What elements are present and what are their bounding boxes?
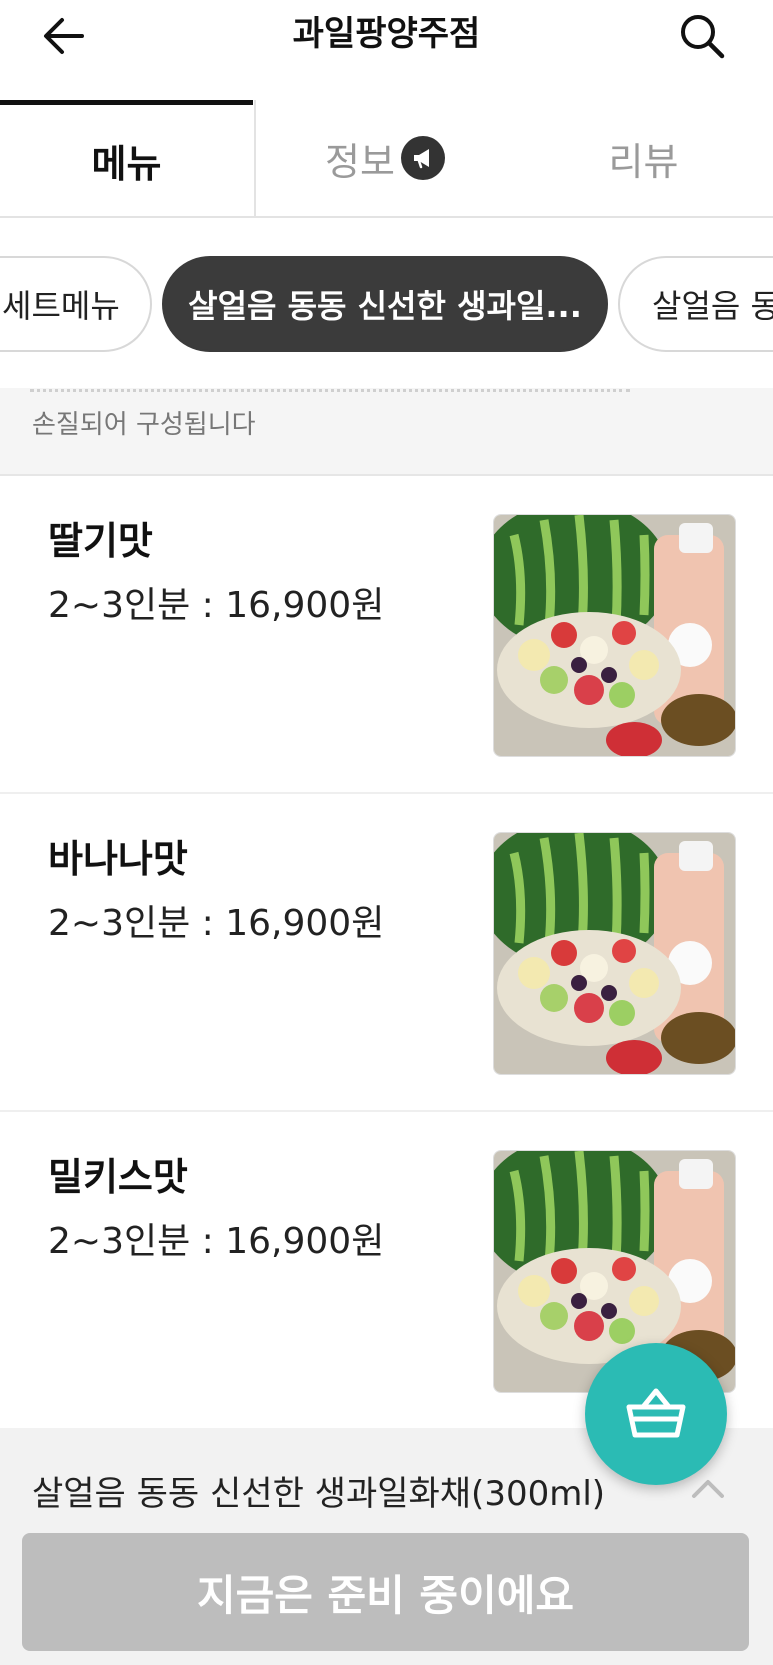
tab-review[interactable]: 리뷰 bbox=[514, 100, 773, 216]
tab-info[interactable]: 정보 bbox=[254, 100, 514, 216]
page-title: 과일팡양주점 bbox=[292, 14, 481, 54]
menu-item-price: 2~3인분 : 16,900원 bbox=[48, 585, 385, 626]
menu-item[interactable]: 딸기맛 2~3인분 : 16,900원 bbox=[0, 476, 773, 794]
megaphone-icon bbox=[400, 136, 445, 180]
tab-bar: 메뉴 정보 리뷰 bbox=[0, 100, 773, 218]
menu-item[interactable]: 바나나맛 2~3인분 : 16,900원 bbox=[0, 794, 773, 1112]
tab-info-label: 정보 bbox=[325, 139, 395, 184]
tab-menu-label: 메뉴 bbox=[91, 142, 162, 186]
search-button[interactable] bbox=[674, 8, 730, 64]
menu-item-photo bbox=[493, 832, 736, 1075]
app-header: 과일팡양주점 bbox=[0, 0, 773, 100]
chip-fruit-punch-alt[interactable]: 살얼음 동 bbox=[618, 256, 773, 352]
category-description-text: 손질되어 구성됩니다 bbox=[32, 410, 256, 440]
preparing-status-button[interactable]: 지금은 준비 중이에요 bbox=[22, 1533, 749, 1651]
menu-item-price: 2~3인분 : 16,900원 bbox=[48, 903, 385, 944]
menu-item-price: 2~3인분 : 16,900원 bbox=[48, 1221, 385, 1262]
chevron-up-icon[interactable] bbox=[688, 1468, 728, 1508]
chip-fruit-punch[interactable]: 살얼음 동동 신선한 생과일... bbox=[162, 256, 608, 352]
menu-item-name: 바나나맛 bbox=[48, 837, 188, 881]
back-button[interactable] bbox=[38, 10, 90, 62]
search-icon bbox=[681, 15, 725, 59]
tab-menu[interactable]: 메뉴 bbox=[0, 100, 253, 216]
arrow-left-icon bbox=[44, 18, 84, 54]
menu-item-name: 딸기맛 bbox=[48, 519, 153, 563]
category-description: 손질되어 구성됩니다 bbox=[0, 388, 773, 476]
category-chips: 세트메뉴 살얼음 동동 신선한 생과일... 살얼음 동 bbox=[0, 218, 773, 388]
chip-set-menu[interactable]: 세트메뉴 bbox=[0, 256, 152, 352]
tab-review-label: 리뷰 bbox=[608, 139, 679, 184]
basket-icon bbox=[626, 1388, 686, 1438]
menu-item-name: 밀키스맛 bbox=[48, 1155, 188, 1199]
selected-category-label: 살얼음 동동 신선한 생과일화채(300ml) bbox=[32, 1474, 606, 1514]
menu-item-photo bbox=[493, 514, 736, 757]
cart-button[interactable] bbox=[585, 1343, 727, 1485]
clipped-text-line bbox=[30, 388, 630, 392]
